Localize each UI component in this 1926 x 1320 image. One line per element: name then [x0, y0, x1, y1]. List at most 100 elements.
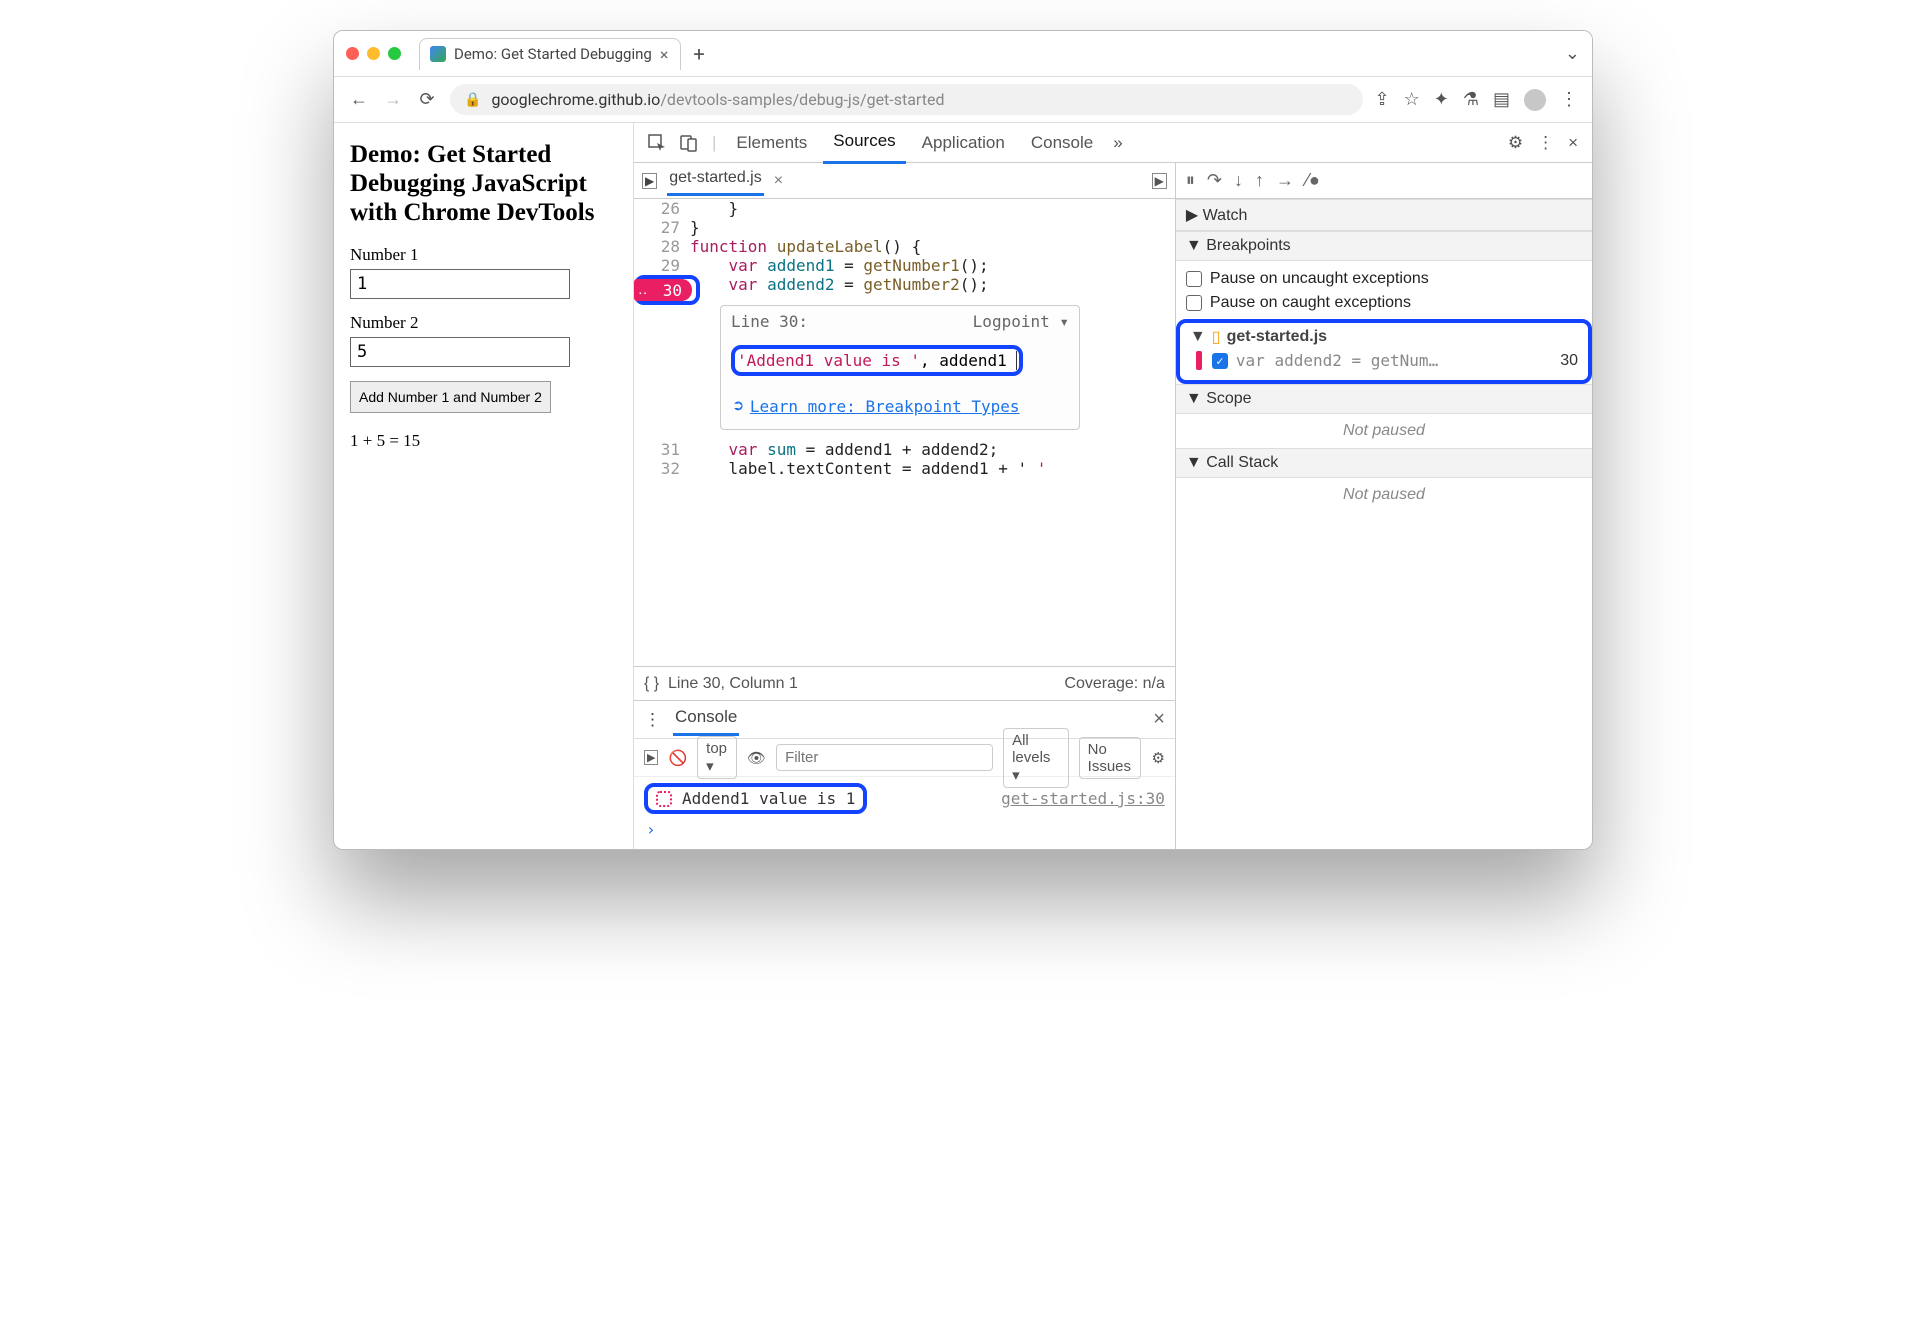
add-button[interactable]: Add Number 1 and Number 2 — [350, 381, 551, 413]
console-prompt[interactable]: › — [634, 820, 1175, 849]
breakpoint-file[interactable]: ▼ ▯ get-started.js — [1190, 327, 1578, 347]
chrome-menu-icon[interactable]: ⋮ — [1560, 89, 1578, 110]
back-button[interactable]: ← — [348, 89, 370, 110]
close-tab-icon[interactable]: × — [660, 45, 669, 64]
more-files-icon[interactable]: ▶ — [1152, 173, 1167, 189]
scope-not-paused: Not paused — [1176, 414, 1592, 448]
settings-icon[interactable]: ⚙ — [1504, 133, 1527, 153]
step-over-icon[interactable]: ↷ — [1207, 170, 1222, 191]
navigator-toggle-icon[interactable]: ▶ — [642, 173, 657, 189]
step-out-icon[interactable]: ↑ — [1255, 170, 1264, 191]
code-panel: ▶ get-started.js × ▶ 26 } 27} 28function… — [634, 163, 1176, 849]
console-drawer: ⋮ Console × ▶ 🚫 top ▾ 👁 All levels ▾ No … — [634, 700, 1175, 849]
demo-page: Demo: Get Started Debugging JavaScript w… — [334, 123, 634, 849]
step-into-icon[interactable]: ↓ — [1234, 170, 1243, 191]
section-breakpoints[interactable]: ▼ Breakpoints — [1176, 231, 1592, 261]
gutter-28[interactable]: 28 — [634, 237, 690, 256]
page-heading: Demo: Get Started Debugging JavaScript w… — [350, 141, 617, 227]
section-watch[interactable]: ▶ Watch — [1176, 199, 1592, 231]
titlebar: Demo: Get Started Debugging × + ⌄ — [334, 31, 1592, 77]
debugger-sidepanel: ⏸ ↷ ↓ ↑ → ⁄● ▶ Watch ▼ Breakpoints Pause… — [1176, 163, 1592, 849]
issues-button[interactable]: No Issues — [1079, 737, 1142, 779]
file-tab[interactable]: get-started.js — [667, 165, 763, 196]
zoom-window-icon[interactable] — [388, 47, 401, 60]
drawer-menu-icon[interactable]: ⋮ — [644, 710, 661, 730]
tab-title: Demo: Get Started Debugging — [454, 45, 652, 63]
close-file-icon[interactable]: × — [774, 172, 783, 190]
url-path: /devtools-samples/debug-js/get-started — [660, 90, 944, 109]
context-selector[interactable]: top ▾ — [697, 736, 737, 779]
logpoint-line-label: Line 30: — [731, 312, 808, 331]
reload-button[interactable]: ⟳ — [416, 89, 438, 110]
reading-list-icon[interactable]: ▤ — [1493, 89, 1510, 110]
more-tabs-icon[interactable]: » — [1109, 133, 1126, 153]
logpoint-editor: Line 30: Logpoint ▾ 'Addend1 value is ',… — [720, 305, 1080, 430]
inspect-element-icon[interactable] — [644, 134, 670, 152]
console-message-text: Addend1 value is 1 — [682, 789, 855, 808]
gutter-29[interactable]: 29 — [634, 256, 690, 275]
pause-caught-checkbox[interactable]: Pause on caught exceptions — [1186, 291, 1582, 315]
label-number2: Number 2 — [350, 313, 617, 333]
learn-more-link[interactable]: Learn more: Breakpoint Types — [750, 397, 1020, 416]
pause-icon[interactable]: ⏸ — [1186, 170, 1195, 191]
breakpoint-entry[interactable]: ✓ var addend2 = getNum… 30 — [1190, 347, 1578, 372]
gutter-32[interactable]: 32 — [634, 459, 690, 478]
extensions-icon[interactable]: ✦ — [1434, 89, 1449, 110]
address-bar[interactable]: 🔒 googlechrome.github.io/devtools-sample… — [450, 84, 1363, 115]
minimize-window-icon[interactable] — [367, 47, 380, 60]
gutter-31[interactable]: 31 — [634, 440, 690, 459]
deactivate-breakpoints-icon[interactable]: ⁄● — [1306, 170, 1320, 191]
tab-elements[interactable]: Elements — [726, 123, 817, 163]
drawer-tab-console[interactable]: Console — [673, 703, 739, 736]
logpoint-expression-highlight: 'Addend1 value is ', addend1 — [731, 345, 1023, 376]
callstack-not-paused: Not paused — [1176, 478, 1592, 512]
close-window-icon[interactable] — [346, 47, 359, 60]
step-icon[interactable]: → — [1276, 170, 1294, 191]
tab-sources[interactable]: Sources — [823, 121, 905, 164]
gutter-30-logpoint[interactable]: 30 — [634, 275, 690, 305]
file-tab-bar: ▶ get-started.js × ▶ — [634, 163, 1175, 199]
breakpoint-checkbox[interactable]: ✓ — [1212, 353, 1228, 369]
log-levels-dropdown[interactable]: All levels ▾ — [1003, 728, 1069, 788]
tab-application[interactable]: Application — [912, 123, 1015, 163]
browser-window: Demo: Get Started Debugging × + ⌄ ← → ⟳ … — [333, 30, 1593, 850]
console-filter-input[interactable] — [776, 744, 993, 771]
share-icon[interactable]: ⇪ — [1375, 89, 1390, 110]
logpoint-type-dropdown[interactable]: Logpoint ▾ — [973, 312, 1069, 331]
logpoint-marker-icon[interactable]: 30 — [634, 279, 692, 301]
result-text: 1 + 5 = 15 — [350, 431, 617, 451]
gutter-27[interactable]: 27 — [634, 218, 690, 237]
section-callstack[interactable]: ▼ Call Stack — [1176, 448, 1592, 478]
console-source-link[interactable]: get-started.js:30 — [1001, 789, 1165, 808]
favicon-icon — [430, 46, 446, 62]
editor-statusbar: { } Line 30, Column 1 Coverage: n/a — [634, 666, 1175, 700]
console-sidebar-icon[interactable]: ▶ — [644, 750, 658, 765]
kebab-menu-icon[interactable]: ⋮ — [1533, 133, 1558, 153]
bookmark-icon[interactable]: ☆ — [1404, 89, 1420, 110]
browser-tab[interactable]: Demo: Get Started Debugging × — [419, 38, 681, 70]
pause-uncaught-checkbox[interactable]: Pause on uncaught exceptions — [1186, 267, 1582, 291]
tab-console[interactable]: Console — [1021, 123, 1103, 163]
input-number1[interactable] — [350, 269, 570, 299]
labs-icon[interactable]: ⚗ — [1463, 89, 1479, 110]
clear-console-icon[interactable]: 🚫 — [668, 749, 687, 767]
code-editor[interactable]: 26 } 27} 28function updateLabel() { 29 v… — [634, 199, 1175, 666]
pretty-print-icon[interactable]: { } — [644, 675, 659, 692]
cursor-position: Line 30, Column 1 — [668, 675, 798, 692]
divider: | — [708, 133, 720, 153]
toolbar: ← → ⟳ 🔒 googlechrome.github.io/devtools-… — [334, 77, 1592, 123]
new-tab-button[interactable]: + — [693, 42, 704, 66]
gutter-26[interactable]: 26 — [634, 199, 690, 218]
profile-avatar[interactable] — [1524, 89, 1546, 111]
live-expression-icon[interactable]: 👁 — [747, 749, 766, 767]
console-settings-icon[interactable]: ⚙ — [1151, 749, 1164, 767]
section-scope[interactable]: ▼ Scope — [1176, 384, 1592, 414]
coverage-status: Coverage: n/a — [1064, 675, 1165, 693]
device-toolbar-icon[interactable] — [676, 134, 702, 152]
forward-button[interactable]: → — [382, 89, 404, 110]
tabs-overflow-icon[interactable]: ⌄ — [1565, 43, 1580, 64]
console-message: Addend1 value is 1 get-started.js:30 — [634, 777, 1175, 820]
close-devtools-icon[interactable]: × — [1564, 133, 1582, 153]
close-drawer-icon[interactable]: × — [1153, 708, 1165, 731]
input-number2[interactable] — [350, 337, 570, 367]
